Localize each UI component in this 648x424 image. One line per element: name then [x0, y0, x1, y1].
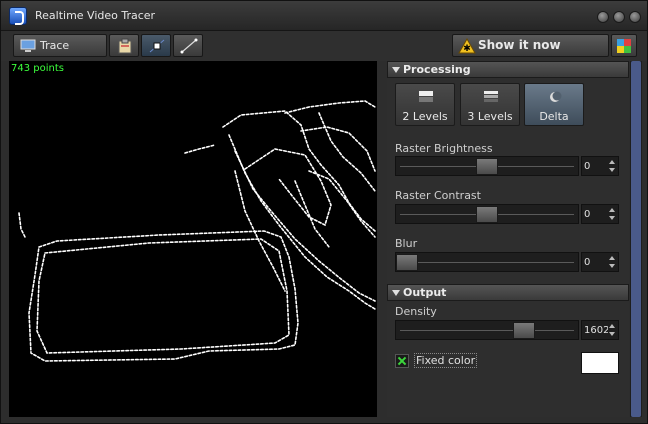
mode-2-levels-label: 2 Levels: [402, 110, 448, 123]
three-levels-icon: [484, 91, 498, 102]
slider-handle[interactable]: [512, 322, 535, 339]
raster-contrast-field[interactable]: [581, 204, 619, 224]
raster-brightness-input[interactable]: [582, 157, 608, 175]
line-mode-button[interactable]: [173, 34, 203, 57]
traced-path-segment: [234, 150, 376, 302]
collapse-arrow-icon: [392, 290, 400, 296]
trace-preview-canvas[interactable]: 743 points: [9, 61, 377, 417]
palette-button[interactable]: [611, 34, 637, 57]
app-logo-icon: [9, 7, 27, 25]
blur-field[interactable]: [581, 252, 619, 272]
blur-slider[interactable]: [395, 252, 579, 272]
traced-path-segment: [184, 144, 216, 154]
fixed-color-label[interactable]: Fixed color: [414, 353, 478, 368]
density-input[interactable]: [582, 321, 608, 339]
raster-brightness-label: Raster Brightness: [395, 142, 493, 155]
title-bar[interactable]: Realtime Video Tracer: [1, 1, 647, 31]
spinner-arrows-icon[interactable]: [607, 205, 618, 223]
raster-contrast-slider[interactable]: [395, 204, 579, 224]
density-slider[interactable]: [395, 320, 579, 340]
density-label: Density: [395, 305, 437, 318]
minimize-button[interactable]: [597, 11, 609, 23]
collapse-arrow-icon: [392, 67, 400, 73]
raster-brightness-field[interactable]: [581, 156, 619, 176]
output-section-header[interactable]: Output: [387, 284, 629, 301]
close-button[interactable]: [629, 11, 641, 23]
spinner-arrows-icon[interactable]: [607, 253, 618, 271]
svg-text:✱: ✱: [463, 44, 471, 54]
traced-path-segment: [18, 212, 26, 238]
moon-icon: [550, 91, 562, 102]
output-header-label: Output: [403, 286, 447, 299]
mode-delta-label: Delta: [539, 110, 569, 123]
traced-path-segment: [36, 238, 290, 354]
maximize-button[interactable]: [613, 11, 625, 23]
slider-handle[interactable]: [476, 206, 498, 223]
monitor-icon: [20, 39, 36, 52]
raster-contrast-input[interactable]: [582, 205, 608, 223]
processing-section-header[interactable]: Processing: [387, 61, 629, 78]
traced-path-segment: [294, 180, 330, 248]
spinner-arrows-icon[interactable]: [607, 157, 618, 175]
slider-groove: [400, 262, 574, 263]
mode-3-levels-label: 3 Levels: [467, 110, 513, 123]
blur-label: Blur: [395, 237, 418, 250]
line-icon: [180, 38, 198, 54]
raster-brightness-slider[interactable]: [395, 156, 579, 176]
settings-panel: Processing 2 Levels 3 Levels Delta Raste…: [387, 61, 629, 417]
blur-input[interactable]: [582, 253, 608, 271]
panel-scrollbar-thumb[interactable]: [631, 61, 641, 417]
palette-icon: [617, 39, 631, 53]
points-mode-button[interactable]: [141, 34, 171, 57]
clipboard-icon: [118, 38, 132, 54]
slider-groove: [400, 330, 574, 331]
fixed-color-checkbox[interactable]: [395, 354, 409, 368]
app-window: Realtime Video Tracer Trace ✱ Show it no…: [0, 0, 648, 424]
traced-outline: [18, 100, 376, 362]
spinner-arrows-icon[interactable]: [607, 321, 618, 339]
trace-button[interactable]: Trace: [13, 34, 107, 57]
mode-delta-button[interactable]: Delta: [524, 83, 584, 126]
point-icon: [149, 39, 165, 53]
fixed-color-swatch[interactable]: [581, 352, 619, 374]
mode-3-levels-button[interactable]: 3 Levels: [460, 83, 520, 126]
open-file-button[interactable]: [109, 34, 139, 57]
slider-handle[interactable]: [396, 254, 418, 271]
two-levels-icon: [419, 91, 433, 102]
processing-header-label: Processing: [403, 63, 471, 76]
slider-handle[interactable]: [476, 158, 498, 175]
warning-icon: ✱: [458, 38, 476, 54]
traced-path-segment: [318, 112, 376, 192]
toolbar: Trace ✱ Show it now: [1, 31, 647, 61]
window-title: Realtime Video Tracer: [35, 9, 156, 22]
raster-contrast-label: Raster Contrast: [395, 189, 481, 202]
points-count: 743 points: [11, 63, 64, 74]
trace-button-label: Trace: [40, 39, 70, 52]
density-field[interactable]: [581, 320, 619, 340]
traced-path-segment: [308, 170, 376, 238]
show-it-now-label: Show it now: [478, 38, 561, 52]
show-it-now-button[interactable]: ✱ Show it now: [452, 34, 609, 57]
mode-2-levels-button[interactable]: 2 Levels: [395, 83, 455, 126]
traced-path-segment: [284, 100, 376, 114]
